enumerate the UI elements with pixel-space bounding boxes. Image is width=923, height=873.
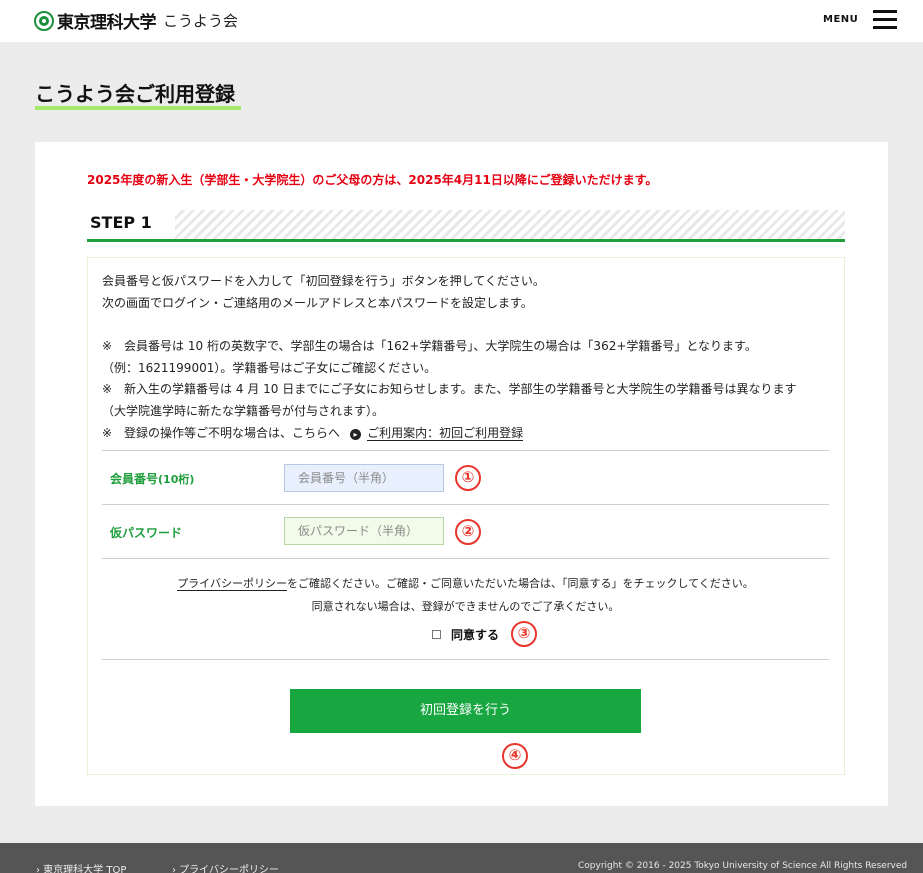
step-header: STEP 1 <box>87 210 845 240</box>
user-guide-link[interactable]: ご利用案内：初回ご利用登録 <box>367 426 524 441</box>
intro-line: 次の画面でログイン・ご連絡用のメールアドレスと本パスワードを設定します。 <box>102 296 533 310</box>
help-prefix: ※ 登録の操作等ご不明な場合は、こちらへ <box>102 426 341 440</box>
footer-link-tus-top[interactable]: › 東京理科大学 TOP <box>36 861 126 873</box>
logo-university-name: 東京理科大学 <box>57 13 157 33</box>
temp-password-label: 仮パスワード <box>110 526 183 540</box>
hamburger-menu-icon[interactable] <box>873 10 897 30</box>
step-label: STEP 1 <box>87 210 175 240</box>
divider <box>102 504 829 505</box>
site-footer: › 東京理科大学 TOP › プライバシーポリシー Copyright © 20… <box>0 843 923 873</box>
member-number-label: 会員番号(10桁) <box>110 470 194 487</box>
intro-line: 会員番号と仮パスワードを入力して「初回登録を行う」ボタンを押してください。 <box>102 274 545 288</box>
note-line: （大学院進学時に新たな学籍番号が付与されます）。 <box>102 404 385 418</box>
privacy-policy-text: プライバシーポリシーをご確認ください。ご確認・ご同意いただいた場合は、「同意する… <box>102 575 829 591</box>
step-number-badge-1: ① <box>455 465 481 491</box>
new-student-notice: 2025年度の新入生（学部生・大学院生）のご父母の方は、2025年4月11日以降… <box>87 173 658 187</box>
note-line: （例：1621199001）。学籍番号はご子女にご確認ください。 <box>102 361 437 375</box>
logo-association-name: こうよう会 <box>163 12 239 30</box>
member-number-label-suffix: (10桁) <box>158 473 195 486</box>
temp-password-input[interactable] <box>284 517 444 545</box>
title-underline <box>35 106 241 110</box>
footer-link-privacy-policy[interactable]: › プライバシーポリシー <box>172 861 279 873</box>
note-line: ※ 新入生の学籍番号は 4 月 10 日までにご子女にお知らせします。また、学部… <box>102 382 797 396</box>
arrow-right-icon: ▸ <box>350 429 362 440</box>
privacy-policy-link[interactable]: プライバシーポリシー <box>177 577 287 591</box>
step-number-badge-2: ② <box>455 519 481 545</box>
step-number-badge-4: ④ <box>502 743 528 769</box>
privacy-policy-text-2: 同意されない場合は、登録ができませんのでご了承ください。 <box>311 600 620 613</box>
page-title: こうよう会ご利用登録 <box>35 82 235 106</box>
step-underline <box>87 239 845 242</box>
agree-row[interactable]: 同意する <box>432 626 499 643</box>
divider <box>102 558 829 559</box>
help-line: ※ 登録の操作等ご不明な場合は、こちらへ ▸ ご利用案内：初回ご利用登録 <box>102 424 524 441</box>
member-number-input[interactable] <box>284 464 444 492</box>
note-line: ※ 会員番号は 10 桁の英数字で、学部生の場合は「162+学籍番号」、大学院生… <box>102 339 757 353</box>
copyright-text: Copyright © 2016 - 2025 Tokyo University… <box>578 861 908 871</box>
university-emblem-icon <box>34 10 54 31</box>
initial-registration-button[interactable]: 初回登録を行う <box>290 689 641 733</box>
step-number-badge-3: ③ <box>511 621 537 647</box>
agree-checkbox[interactable] <box>432 630 441 639</box>
privacy-policy-message: をご確認ください。ご確認・ご同意いただいた場合は、「同意する」をチェックしてくだ… <box>286 577 754 590</box>
site-logo[interactable]: 東京理科大学 こうよう会 <box>34 8 238 33</box>
agree-label[interactable]: 同意する <box>451 626 499 643</box>
menu-label[interactable]: MENU <box>823 14 858 25</box>
member-number-label-text: 会員番号 <box>110 472 159 486</box>
divider <box>102 659 829 660</box>
divider <box>102 450 829 451</box>
site-header: 東京理科大学 こうよう会 MENU <box>0 0 923 42</box>
